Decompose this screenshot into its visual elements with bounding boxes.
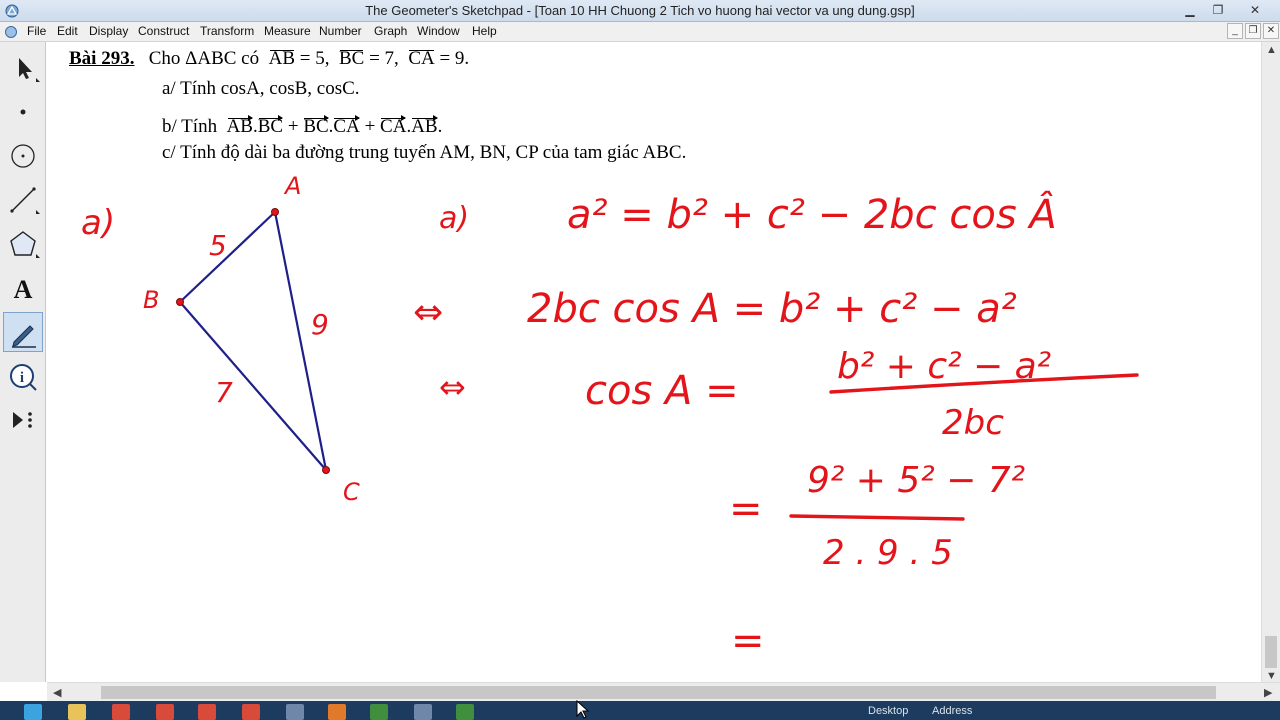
marker-tool[interactable] xyxy=(3,312,43,352)
app-icon[interactable] xyxy=(286,704,304,720)
title-bar: The Geometer's Sketchpad - [Toan 10 HH C… xyxy=(0,0,1280,22)
cos-a-denominator: 2bc xyxy=(942,403,1004,443)
polygon-tool[interactable] xyxy=(3,224,43,264)
marker-pen-icon xyxy=(12,325,36,348)
menu-help[interactable]: Help xyxy=(472,24,497,38)
scroll-down-icon[interactable]: ▼ xyxy=(1266,670,1277,682)
horizontal-scrollbar[interactable]: ◀ ▶ xyxy=(47,682,1280,701)
svg-text:i: i xyxy=(20,370,24,386)
menu-construct[interactable]: Construct xyxy=(138,24,189,38)
vertical-scrollbar[interactable]: ▲ ▼ xyxy=(1261,42,1280,682)
toolbox: A i xyxy=(0,42,46,682)
file-explorer-icon[interactable] xyxy=(68,704,86,720)
menu-graph[interactable]: Graph xyxy=(374,24,407,38)
point-icon xyxy=(20,109,26,115)
point-b[interactable] xyxy=(176,298,184,306)
equals-sign-step3: = xyxy=(729,486,763,532)
side-label-9: 9 xyxy=(311,308,329,341)
doc-restore-icon[interactable]: ❐ xyxy=(1245,23,1261,39)
sketch-canvas[interactable]: Bài 293. Cho ΔABC có AB = 5, BC = 7, CA … xyxy=(47,42,1261,682)
scroll-left-icon[interactable]: ◀ xyxy=(53,686,61,699)
app-icon[interactable] xyxy=(328,704,346,720)
information-icon: i xyxy=(10,364,37,391)
law-of-cosines-formula: a² = b² + c² − 2bc cos Â xyxy=(567,190,1057,238)
mouse-cursor-icon xyxy=(576,700,590,719)
equivalence-sign-1: ⇔ xyxy=(413,292,443,333)
numeric-denominator: 2 . 9 . 5 xyxy=(823,533,953,573)
minimize-icon[interactable]: ▁ xyxy=(1178,0,1202,20)
svg-text:A: A xyxy=(14,275,33,304)
arrow-icon xyxy=(19,58,40,82)
step1-equation: 2bc cos A = b² + c² − a² xyxy=(527,286,1017,332)
numeric-numerator: 9² + 5² − 7² xyxy=(807,460,1025,501)
address-toolbar[interactable]: Address xyxy=(932,705,972,717)
point-c[interactable] xyxy=(322,466,330,474)
part-a-label-right: a) xyxy=(439,201,469,236)
vertex-label-a: A xyxy=(283,172,301,200)
menu-edit[interactable]: Edit xyxy=(57,24,78,38)
straightedge-icon xyxy=(10,187,40,214)
scroll-right-icon[interactable]: ▶ xyxy=(1264,686,1272,699)
triangle-abc[interactable] xyxy=(176,208,330,474)
cos-a-lhs: cos A = xyxy=(585,368,739,414)
menu-transform[interactable]: Transform xyxy=(200,24,254,38)
window-title: The Geometer's Sketchpad - [Toan 10 HH C… xyxy=(365,3,915,18)
menu-measure[interactable]: Measure xyxy=(264,24,311,38)
doc-minimize-icon[interactable]: _ xyxy=(1227,23,1243,39)
side-label-5: 5 xyxy=(209,229,227,262)
side-ac[interactable] xyxy=(273,211,328,471)
chrome-icon[interactable] xyxy=(112,704,130,720)
vertical-scroll-thumb[interactable] xyxy=(1265,636,1277,668)
start-icon[interactable] xyxy=(24,704,42,720)
side-bc[interactable] xyxy=(179,301,327,471)
menu-window[interactable]: Window xyxy=(417,24,460,38)
text-tool[interactable]: A xyxy=(3,268,43,308)
custom-tools-icon xyxy=(13,412,32,428)
app-icon[interactable] xyxy=(456,704,474,720)
chrome-icon[interactable] xyxy=(242,704,260,720)
horizontal-scroll-thumb[interactable] xyxy=(101,686,1216,699)
vertex-label-b: B xyxy=(143,286,159,314)
polygon-icon xyxy=(10,231,40,258)
straightedge-tool[interactable] xyxy=(3,180,43,220)
vertex-label-c: C xyxy=(343,478,360,506)
chrome-icon[interactable] xyxy=(198,704,216,720)
point-a[interactable] xyxy=(271,208,279,216)
side-label-7: 7 xyxy=(215,376,233,409)
text-a-icon: A xyxy=(14,275,33,304)
taskbar: Desktop Address xyxy=(0,701,1280,720)
document-icon[interactable] xyxy=(4,25,18,39)
compass-tool[interactable] xyxy=(3,136,43,176)
app-icon[interactable] xyxy=(370,704,388,720)
equals-sign-step4: = xyxy=(731,618,765,664)
scroll-up-icon[interactable]: ▲ xyxy=(1266,44,1277,56)
chrome-icon[interactable] xyxy=(156,704,174,720)
information-tool[interactable]: i xyxy=(3,356,43,396)
menu-number[interactable]: Number xyxy=(319,24,362,38)
ink-layer: a) A B C 5 9 7 a) a² = b² + c² − 2bc cos… xyxy=(81,172,1139,664)
menu-bar: File Edit Display Construct Transform Me… xyxy=(0,22,1280,42)
arrow-select-tool[interactable] xyxy=(3,48,43,88)
side-ab[interactable] xyxy=(179,211,276,303)
restore-icon[interactable]: ❐ xyxy=(1206,0,1230,20)
equivalence-sign-2: ⇔ xyxy=(439,368,466,406)
desktop-toolbar[interactable]: Desktop xyxy=(868,705,908,717)
custom-tools[interactable] xyxy=(3,400,43,440)
fraction-bar-2 xyxy=(789,514,965,521)
menu-file[interactable]: File xyxy=(27,24,46,38)
compass-icon xyxy=(11,144,35,168)
part-a-label-left: a) xyxy=(81,203,115,243)
menu-display[interactable]: Display xyxy=(89,24,128,38)
doc-close-icon[interactable]: ✕ xyxy=(1263,23,1279,39)
sketchpad-taskbar-icon[interactable] xyxy=(414,704,432,720)
point-tool[interactable] xyxy=(3,92,43,132)
close-icon[interactable]: ✕ xyxy=(1232,0,1278,20)
